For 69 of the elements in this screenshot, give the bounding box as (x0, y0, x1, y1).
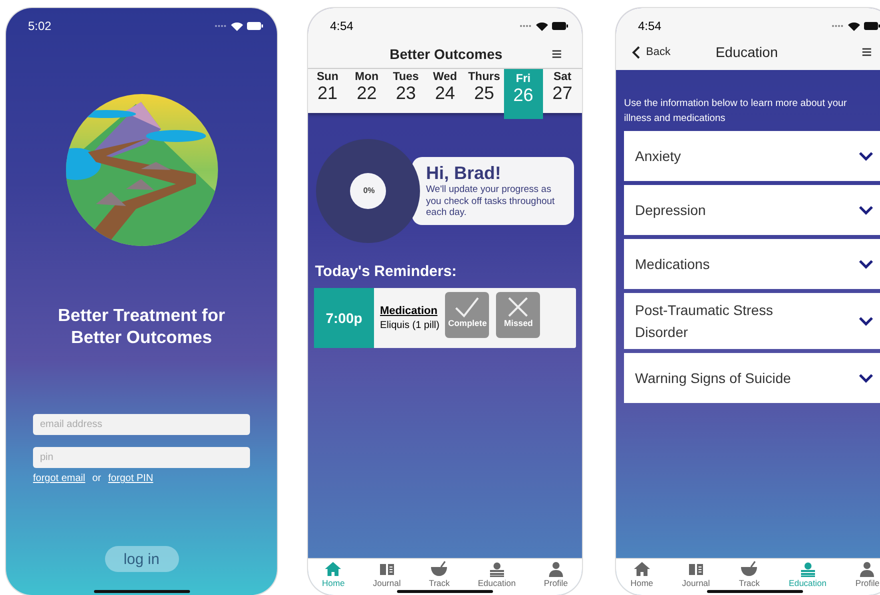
text-field[interactable]: pin (33, 447, 250, 468)
accordion-item[interactable]: Depression (624, 185, 880, 235)
accordion-item[interactable]: Anxiety (624, 131, 880, 181)
forgot-link[interactable]: forgot PIN (108, 473, 154, 484)
calendar-day[interactable]: Wed 24 (425, 69, 465, 113)
book-icon (378, 561, 396, 577)
reminder-detail: Eliquis (1 pill) (380, 320, 440, 331)
forgot-link[interactable]: forgot email (33, 473, 86, 484)
tab-bar-item[interactable]: Profile (544, 561, 568, 588)
calendar-day[interactable]: Sat 27 (542, 69, 582, 113)
calendar-day[interactable]: Mon 22 (347, 69, 386, 113)
mortar-pestle-icon (430, 561, 448, 577)
status-time: 4:54 (330, 19, 354, 33)
home-icon (324, 561, 342, 577)
close-icon (507, 296, 530, 318)
section-heading: Today's Reminders: (315, 263, 458, 280)
tab-bar-item[interactable]: Profile (855, 561, 880, 588)
signal-icon (520, 24, 532, 28)
battery-icon (864, 22, 880, 30)
complete-button[interactable]: Complete (445, 292, 490, 338)
status-time: 4:54 (638, 19, 662, 33)
menu-button[interactable]: ≡ (551, 44, 562, 64)
tab-bar-item[interactable]: Home (630, 561, 654, 588)
tab-bar-item[interactable]: Education (788, 561, 826, 588)
calendar-day[interactable]: Thurs 25 (464, 69, 504, 113)
tab-bar-item[interactable]: Journal (682, 561, 710, 588)
tab-bar-item[interactable]: Track (738, 561, 760, 588)
mortar-pestle-icon (740, 561, 758, 577)
calendar-day[interactable]: Fri 26 (504, 69, 543, 119)
apple-books-icon (488, 561, 506, 577)
tab-bar-item[interactable]: Track (428, 561, 450, 588)
back-button[interactable]: Back (632, 46, 702, 58)
battery-icon (247, 22, 263, 30)
signal-icon (215, 24, 227, 28)
wifi-icon (536, 22, 548, 30)
login-button[interactable]: log in (104, 546, 178, 572)
wifi-icon (231, 22, 243, 30)
status-time: 5:02 (28, 19, 52, 33)
menu-button[interactable]: ≡ (861, 42, 872, 62)
text-field[interactable]: email address (33, 414, 250, 435)
accordion-item[interactable]: Warning Signs of Suicide (624, 353, 880, 403)
person-icon (546, 561, 565, 577)
book-icon (686, 561, 705, 577)
chevron-left-icon (632, 46, 640, 58)
screen-title: Better Outcomes (390, 46, 502, 62)
calendar-day[interactable]: Sun 21 (308, 69, 348, 113)
tab-bar-item[interactable]: Home (322, 561, 345, 588)
accordion-item[interactable]: Medications (624, 239, 880, 289)
app-title: Better Treatment for Better Outcomes (56, 304, 226, 348)
greeting-message: We'll update your progress as you check off tasks throughout each day. (426, 184, 556, 219)
screen-title: Education (714, 44, 779, 60)
person-icon (858, 561, 876, 577)
apple-books-icon (798, 561, 817, 577)
greeting-text: Hi, Brad! (426, 163, 502, 184)
progress-reading: 0% (362, 186, 376, 195)
signal-icon (832, 24, 844, 28)
separator-text: or (92, 473, 102, 484)
intro-text: Use the information below to learn more about your illness and medications (624, 97, 848, 126)
reminder-time: 7:00p (314, 288, 374, 348)
missed-button[interactable]: Missed (496, 292, 540, 338)
calendar-day[interactable]: Tues 23 (386, 69, 426, 113)
battery-icon (552, 22, 568, 30)
check-icon (454, 296, 480, 318)
home-icon (632, 561, 651, 577)
tab-bar-item[interactable]: Journal (372, 561, 401, 588)
accordion-item[interactable]: Post-Traumatic Stress Disorder (624, 293, 880, 349)
tab-bar-item[interactable]: Education (478, 561, 516, 588)
reminder-title: Medication (380, 305, 438, 317)
wifi-icon (848, 22, 860, 30)
